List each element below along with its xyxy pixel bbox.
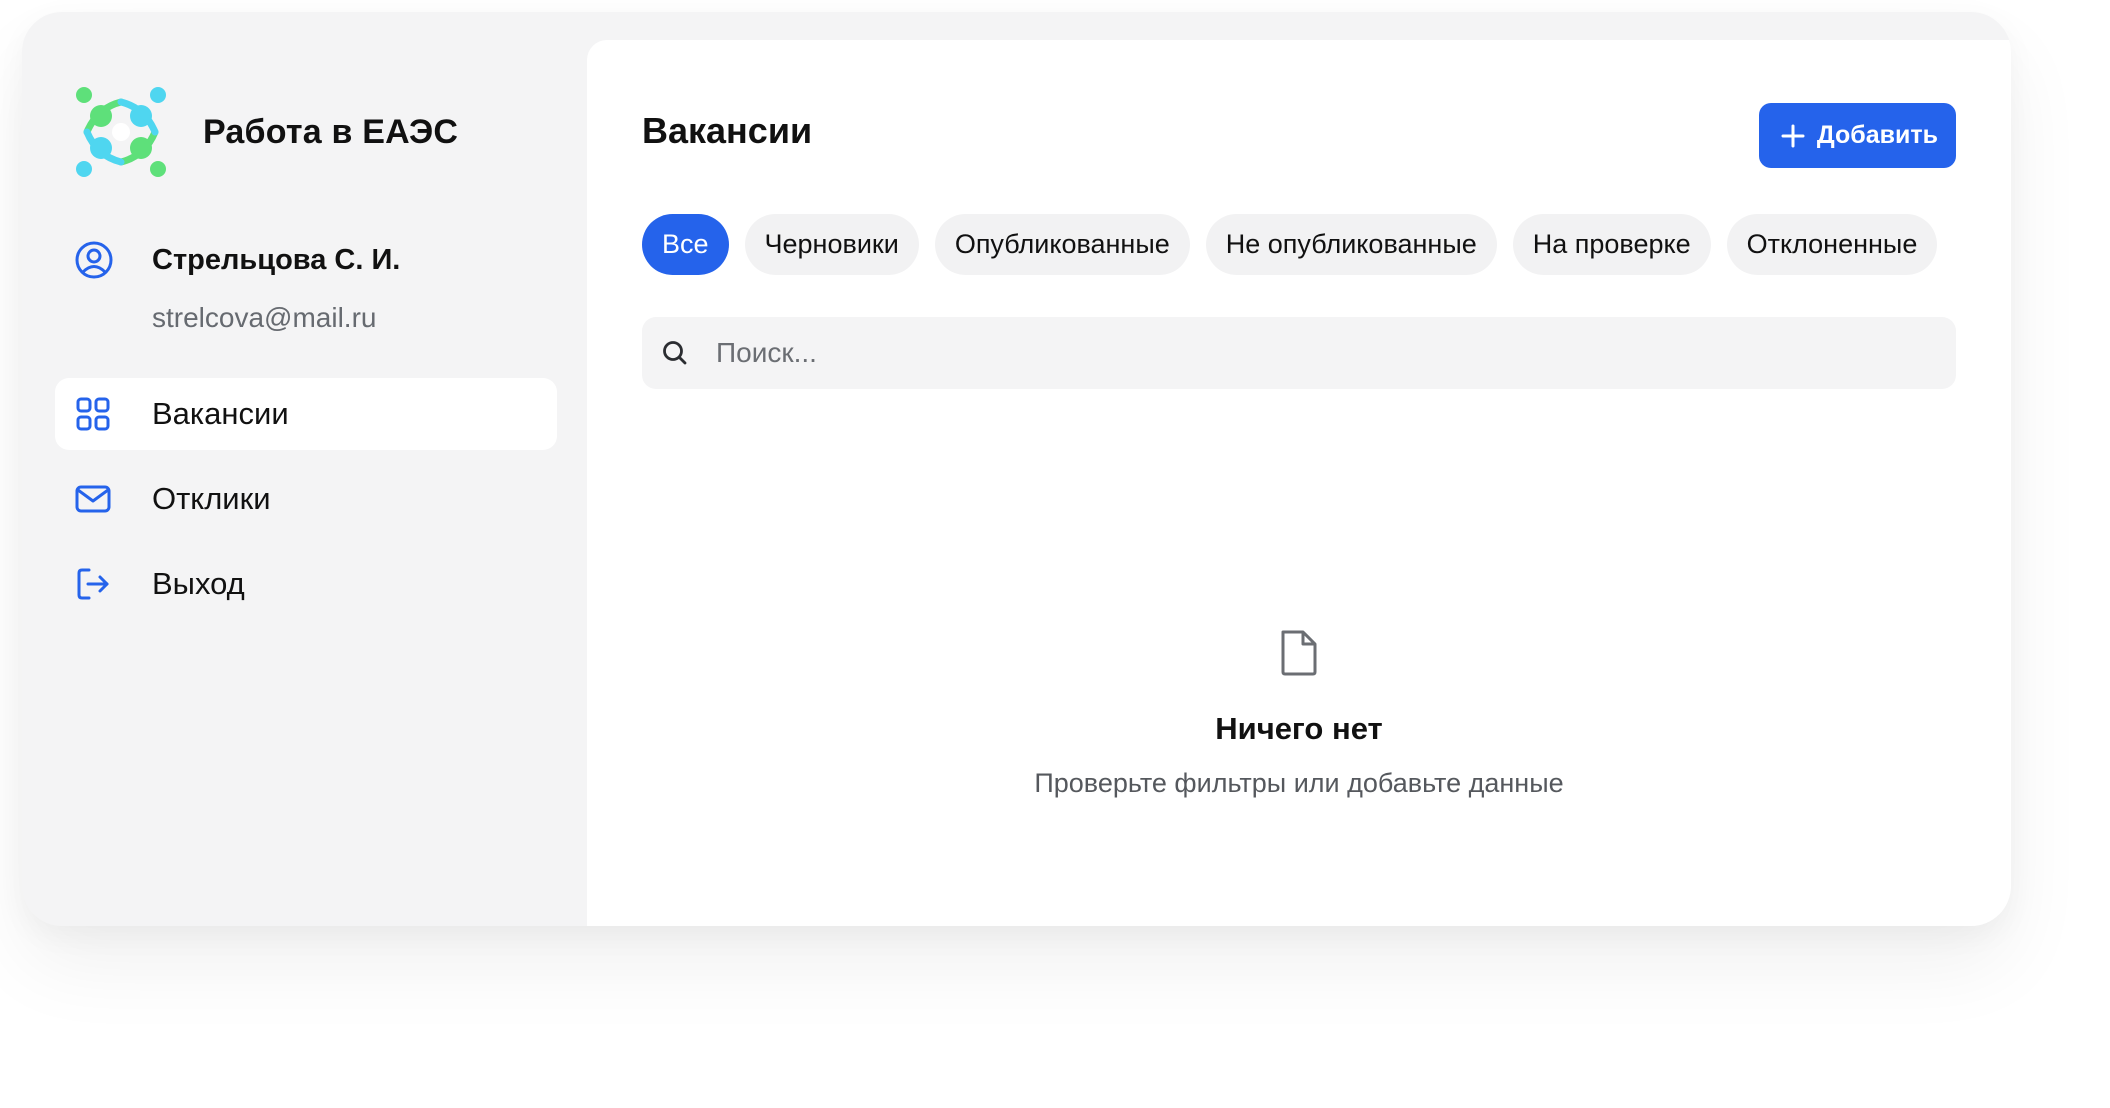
search-bar bbox=[642, 317, 1956, 389]
brand-logo-icon bbox=[76, 87, 166, 177]
sidebar-item-label: Выход bbox=[152, 566, 245, 601]
user-profile: Стрельцова С. И. strelcova@mail.ru bbox=[74, 240, 400, 334]
add-button-label: Добавить bbox=[1816, 121, 1938, 149]
plus-icon bbox=[1781, 124, 1805, 147]
logout-icon bbox=[77, 568, 109, 600]
filter-chip-drafts[interactable]: Черновики bbox=[744, 214, 919, 275]
sidebar-item-responses[interactable]: Отклики bbox=[55, 463, 557, 535]
sidebar-nav: Вакансии Отклики Выход bbox=[55, 378, 557, 633]
grid-icon bbox=[76, 397, 110, 431]
main-content: Вакансии Добавить Все Черновики Опублико… bbox=[587, 40, 2011, 926]
empty-state-title: Ничего нет bbox=[1215, 711, 1383, 746]
filter-chip-unpublished[interactable]: Не опубликованные bbox=[1205, 214, 1497, 275]
user-name: Стрельцова С. И. bbox=[152, 243, 401, 276]
brand[interactable]: Работа в ЕАЭС bbox=[75, 86, 458, 178]
filter-chip-rejected[interactable]: Отклоненные bbox=[1726, 214, 1938, 275]
sidebar-item-label: Вакансии bbox=[152, 396, 289, 431]
add-button[interactable]: Добавить bbox=[1758, 103, 1956, 168]
filter-tabs: Все Черновики Опубликованные Не опублико… bbox=[642, 214, 1953, 275]
sidebar-item-label: Отклики bbox=[152, 481, 271, 516]
user-circle-icon bbox=[75, 241, 113, 279]
empty-state: Ничего нет Проверьте фильтры или добавьт… bbox=[587, 628, 2011, 799]
filter-chip-on-review[interactable]: На проверке bbox=[1512, 214, 1711, 275]
document-icon bbox=[1281, 630, 1317, 676]
page-title: Вакансии bbox=[642, 110, 813, 151]
sidebar-item-logout[interactable]: Выход bbox=[55, 548, 557, 620]
sidebar: Работа в ЕАЭС Стрельцова С. И. strelcova… bbox=[22, 12, 587, 926]
mail-icon bbox=[75, 485, 111, 513]
filter-chip-published[interactable]: Опубликованные bbox=[934, 214, 1190, 275]
brand-name: Работа в ЕАЭС bbox=[203, 112, 459, 151]
user-email: strelcova@mail.ru bbox=[152, 302, 377, 333]
search-input[interactable] bbox=[714, 336, 1914, 370]
app-window: Работа в ЕАЭС Стрельцова С. И. strelcova… bbox=[22, 12, 2011, 926]
empty-state-subtitle: Проверьте фильтры или добавьте данные bbox=[1034, 768, 1564, 798]
sidebar-item-vacancies[interactable]: Вакансии bbox=[55, 378, 557, 450]
search-icon bbox=[663, 341, 687, 365]
filter-chip-all[interactable]: Все bbox=[642, 214, 729, 275]
